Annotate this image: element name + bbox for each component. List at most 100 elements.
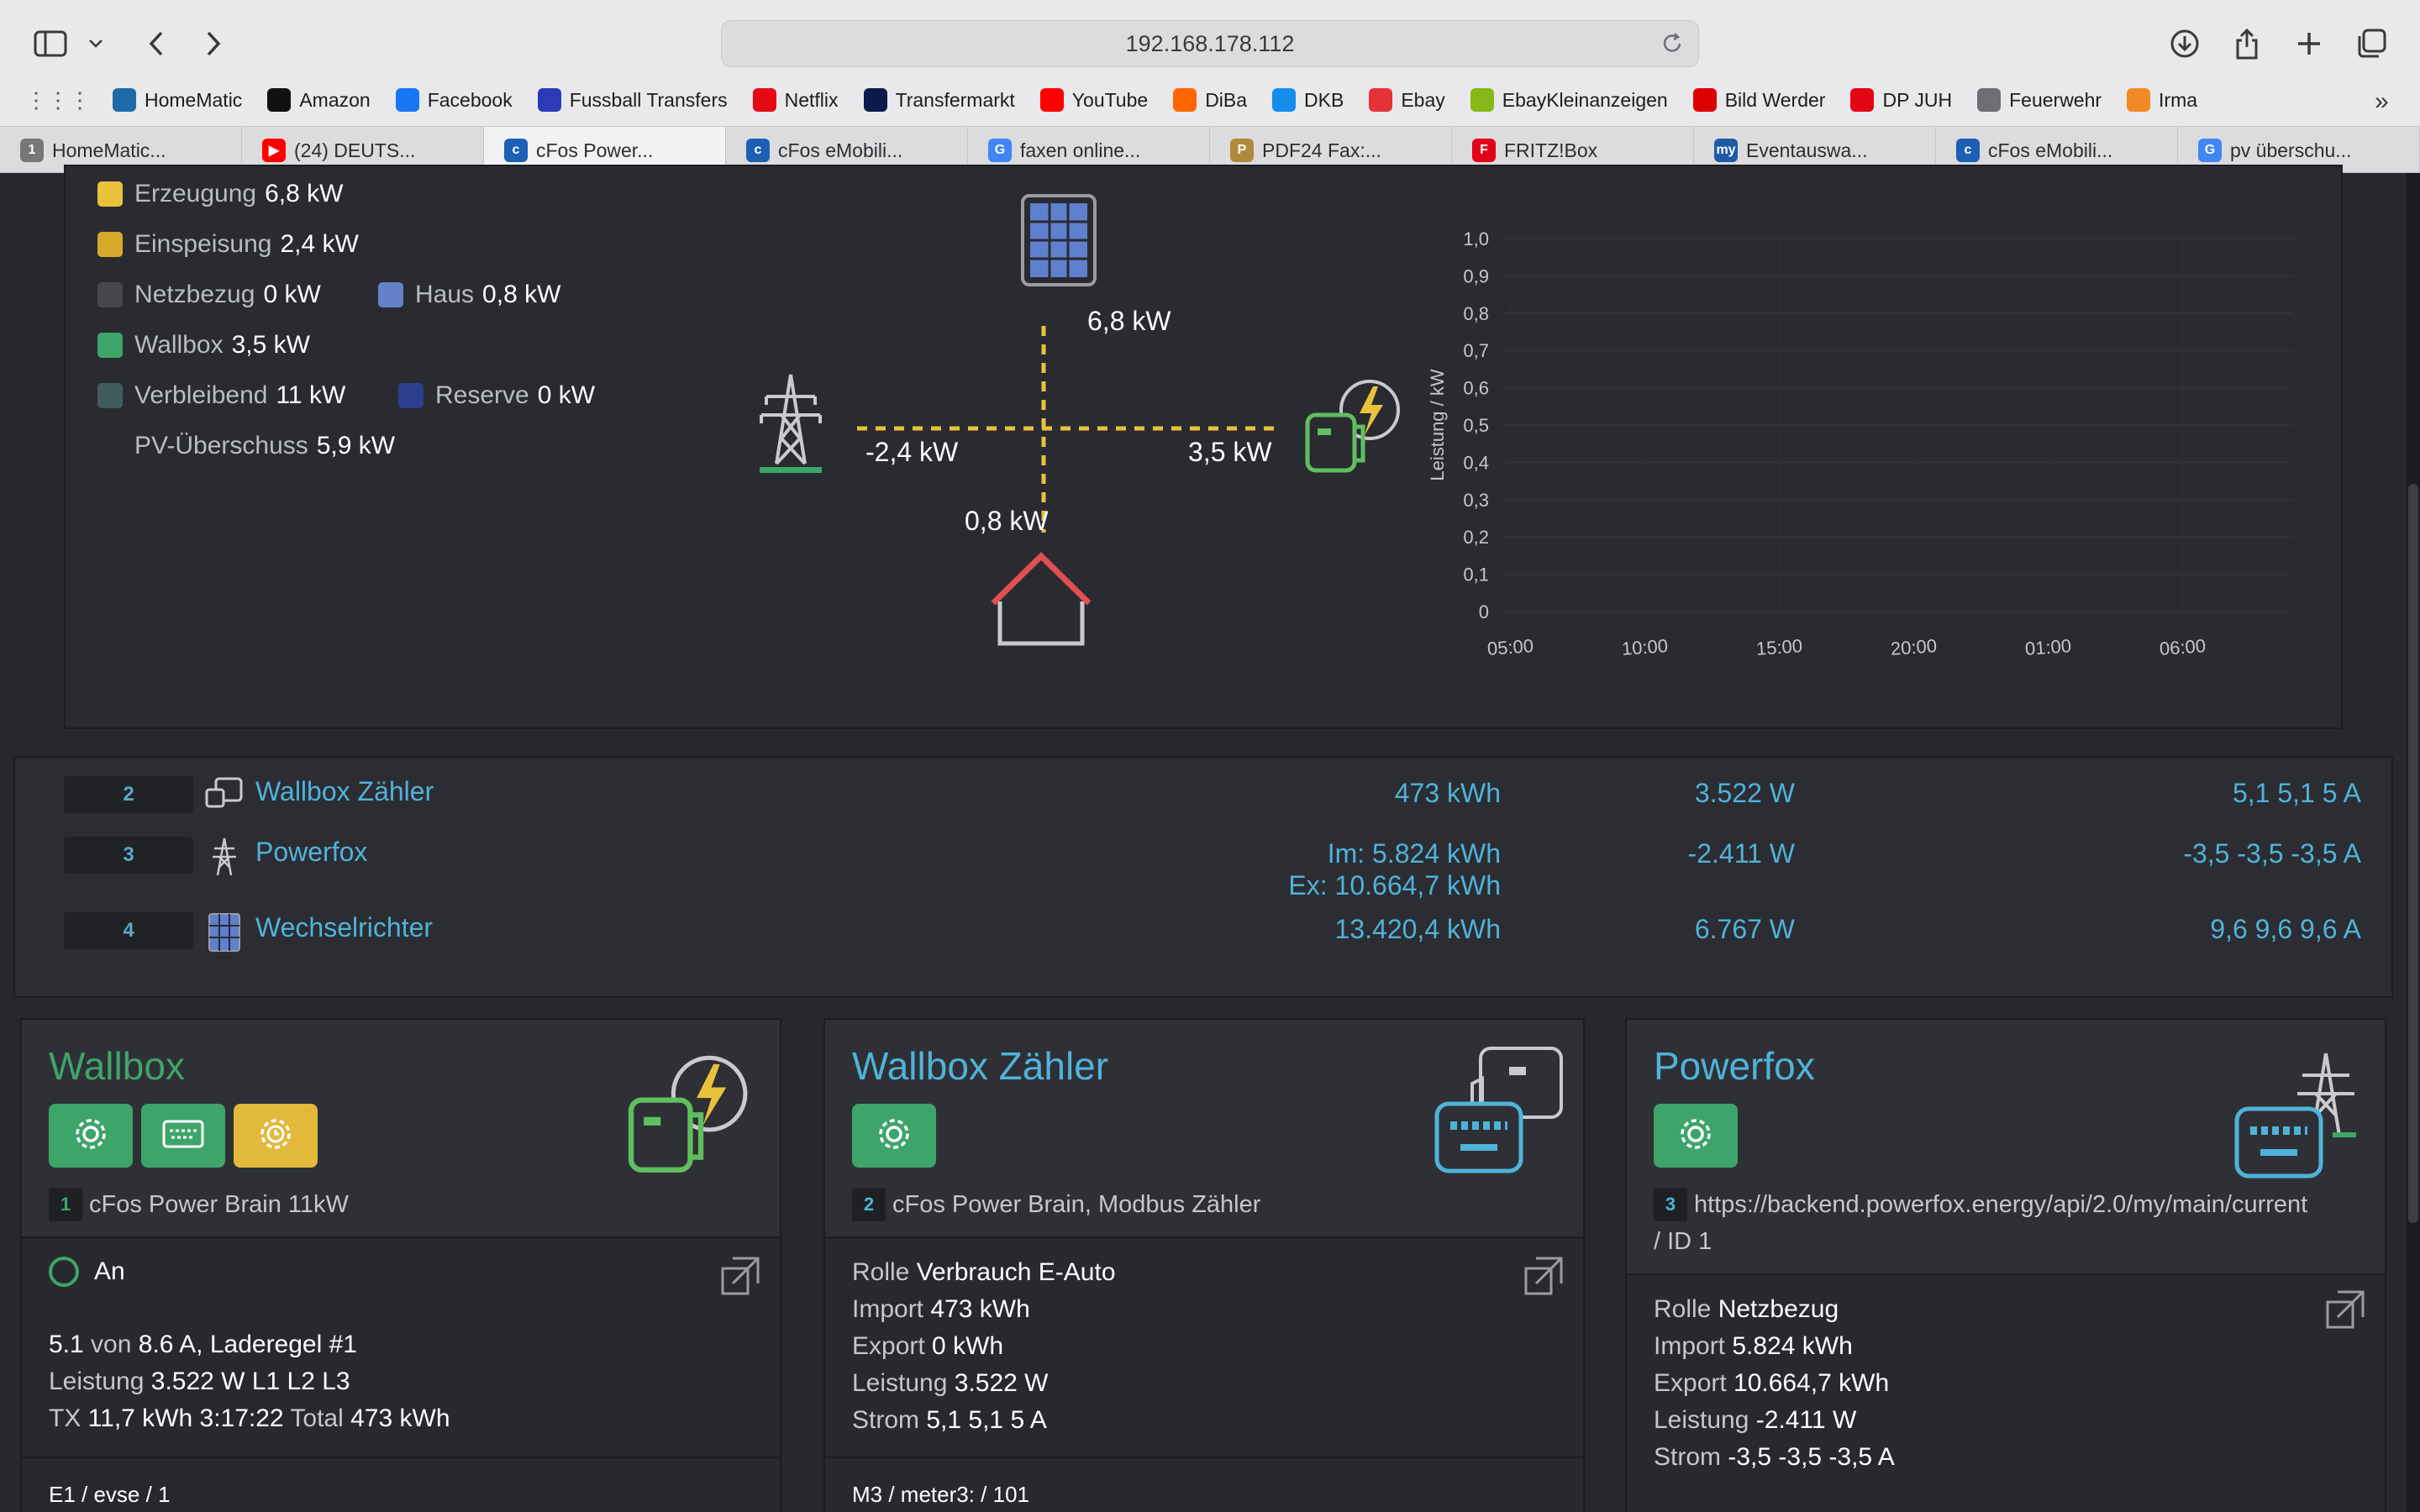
scrollbar[interactable]: [2407, 173, 2420, 1512]
new-tab-icon[interactable]: [2287, 22, 2331, 66]
bookmark-item[interactable]: Netflix: [752, 88, 839, 112]
bookmark-item[interactable]: DiBa: [1173, 88, 1247, 112]
url-bar[interactable]: 192.168.178.112: [721, 20, 1699, 67]
download-icon[interactable]: [2163, 22, 2207, 66]
homematic-icon: 1: [20, 139, 44, 162]
open-external-icon[interactable]: [2324, 1289, 2366, 1331]
open-external-icon[interactable]: [1523, 1255, 1565, 1297]
bookmark-item[interactable]: DKB: [1272, 88, 1344, 112]
meter-id-badge: 3: [64, 837, 193, 874]
bookmark-item[interactable]: Bild Werder: [1692, 88, 1825, 112]
meter-list-panel: 2 Wallbox Zähler 473 kWh 3.522 W 5,1 5,1 5 A…: [13, 756, 2393, 998]
apps-grid-icon[interactable]: ⋮⋮⋮: [25, 87, 91, 113]
settings-button[interactable]: [852, 1104, 936, 1168]
meter-view-button[interactable]: [141, 1104, 225, 1168]
chevron-down-icon[interactable]: [81, 22, 111, 66]
bookmark-item[interactable]: YouTube: [1039, 88, 1148, 112]
device-model: cFos Power Brain 11kW: [89, 1190, 349, 1218]
meter-name-link[interactable]: Wallbox Zähler: [255, 776, 434, 807]
meter-id-badge: 2: [64, 776, 193, 813]
legend-item-verbleibend: Verbleibend 11 kW: [97, 381, 345, 410]
flow-grid-value: -2,4 kW: [865, 437, 959, 467]
meter-name-link[interactable]: Wechselrichter: [255, 912, 433, 943]
tab-label: cFos eMobili...: [778, 139, 903, 161]
meter-name-link[interactable]: Powerfox: [255, 837, 367, 868]
netflix-icon: [752, 88, 776, 112]
forward-icon[interactable]: [192, 22, 235, 66]
legend-item-netzbezug: Netzbezug 0 kW: [97, 281, 321, 309]
meter-row[interactable]: 3 Powerfox Im: 5.824 kWh Ex: 10.664,7 kWh -2…: [64, 837, 2383, 904]
bookmark-item[interactable]: Irma: [2127, 88, 2197, 112]
card-subtitle: 3 https://backend.powerfox.energy/api/2.…: [1654, 1188, 2307, 1221]
bookmark-label: DP JUH: [1882, 88, 1953, 111]
bookmarks-bar: ⋮⋮⋮ HomeMatic Amazon Facebook Fussball Tran…: [0, 81, 2420, 119]
sidebar-toggle-icon[interactable]: [29, 22, 72, 66]
role-line: Rolle Netzbezug: [1654, 1295, 1839, 1323]
x-tick-label: 20:00: [1890, 635, 1938, 659]
settings-button[interactable]: [1654, 1104, 1738, 1168]
share-icon[interactable]: [2225, 22, 2269, 66]
tab-label: PDF24 Fax:...: [1262, 139, 1381, 161]
scrollbar-thumb[interactable]: [2408, 484, 2418, 1223]
page-content: Erzeugung 6,8 kW Einspeisung 2,4 kW Netz…: [0, 165, 2420, 1512]
bookmark-label: Netflix: [784, 88, 839, 111]
tab-label: pv überschu...: [2230, 139, 2352, 161]
bookmark-label: Feuerwehr: [2009, 88, 2102, 111]
grid-pylon-icon: [751, 371, 830, 480]
tab-label: cFos Power...: [536, 139, 654, 161]
google-icon: G: [2198, 139, 2222, 162]
schedule-settings-button[interactable]: [234, 1104, 318, 1168]
bookmark-item[interactable]: Amazon: [267, 88, 371, 112]
device-id: / ID 1: [1654, 1228, 1712, 1255]
legend-swatch: [378, 282, 403, 307]
divider: [825, 1457, 1583, 1458]
flow-wallbox-value: 3,5 kW: [1188, 437, 1272, 467]
device-id-badge: 2: [852, 1188, 886, 1221]
bookmark-item[interactable]: Ebay: [1369, 88, 1445, 112]
url-text: 192.168.178.112: [1125, 30, 1295, 56]
bookmark-item[interactable]: Transfermarkt: [863, 88, 1015, 112]
current-line: Strom -3,5 -3,5 -3,5 A: [1654, 1443, 1895, 1471]
y-tick-label: 0,4: [1463, 452, 1489, 473]
flow-pv-value: 6,8 kW: [1087, 306, 1171, 336]
reload-icon[interactable]: [1660, 31, 1685, 62]
x-tick-label: 01:00: [2024, 635, 2072, 659]
meter-power: 3.522 W: [1694, 778, 1795, 808]
tab-label: cFos eMobili...: [1988, 139, 2113, 161]
bookmark-item[interactable]: Facebook: [395, 88, 513, 112]
bookmark-item[interactable]: Fussball Transfers: [537, 88, 728, 112]
bookmark-item[interactable]: EbayKleinanzeigen: [1470, 88, 1668, 112]
pdf24-icon: P: [1230, 139, 1254, 162]
wallbox-meter-card: Wallbox Zähler 2 cFos Power Brain, Modbu…: [823, 1018, 1585, 1512]
device-url: https://backend.powerfox.energy/api/2.0/…: [1694, 1190, 2308, 1218]
y-tick-label: 0,9: [1463, 265, 1489, 286]
open-external-icon[interactable]: [719, 1255, 761, 1297]
device-id-badge: 3: [1654, 1188, 1687, 1221]
meter-energy: 13.420,4 kWh: [1334, 914, 1501, 944]
meter-power: -2.411 W: [1687, 838, 1795, 869]
bookmark-item[interactable]: Feuerwehr: [1977, 88, 2102, 112]
meter-row[interactable]: 2 Wallbox Zähler 473 kWh 3.522 W 5,1 5,1 5 A: [64, 776, 2383, 820]
bookmark-label: Facebook: [427, 88, 513, 111]
back-icon[interactable]: [134, 22, 178, 66]
more-bookmarks-icon[interactable]: »: [2375, 87, 2389, 116]
meter-display-icon: [161, 1119, 205, 1153]
grid-pylon-icon: [193, 837, 255, 877]
y-tick-label: 0,7: [1463, 340, 1489, 361]
meter-row[interactable]: 4 Wechselrichter 13.420,4 kWh 6.767 W 9,6 9,…: [64, 912, 2383, 956]
wallbox-icon: [627, 1048, 758, 1184]
folder-icon: [1977, 88, 2002, 112]
settings-button[interactable]: [49, 1104, 133, 1168]
tab-overview-icon[interactable]: [2349, 22, 2393, 66]
youtube-icon: ▶: [262, 139, 286, 162]
bookmark-item[interactable]: DP JUH: [1850, 88, 1952, 112]
irma-icon: [2127, 88, 2151, 112]
status-ring-icon: [49, 1257, 79, 1287]
dkb-icon: [1272, 88, 1297, 112]
y-tick-label: 1,0: [1463, 228, 1489, 249]
bookmark-item[interactable]: HomeMatic: [113, 88, 242, 112]
meter-energy-export: Ex: 10.664,7 kWh: [1288, 870, 1501, 900]
tab-label: (24) DEUTS...: [294, 139, 416, 161]
bookmark-label: DKB: [1304, 88, 1344, 111]
import-line: Import 473 kWh: [852, 1295, 1030, 1323]
